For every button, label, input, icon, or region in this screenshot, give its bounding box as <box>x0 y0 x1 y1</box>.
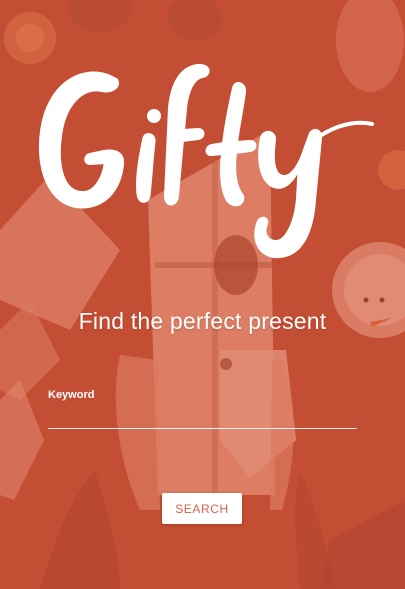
keyword-label: Keyword <box>48 389 95 401</box>
hero-section: Find the perfect present Keyword SEARCH <box>0 0 405 589</box>
keyword-input[interactable] <box>48 408 357 429</box>
hero-tagline: Find the perfect present <box>78 308 327 334</box>
gifty-logo <box>38 63 374 259</box>
search-button[interactable]: SEARCH <box>162 493 242 524</box>
